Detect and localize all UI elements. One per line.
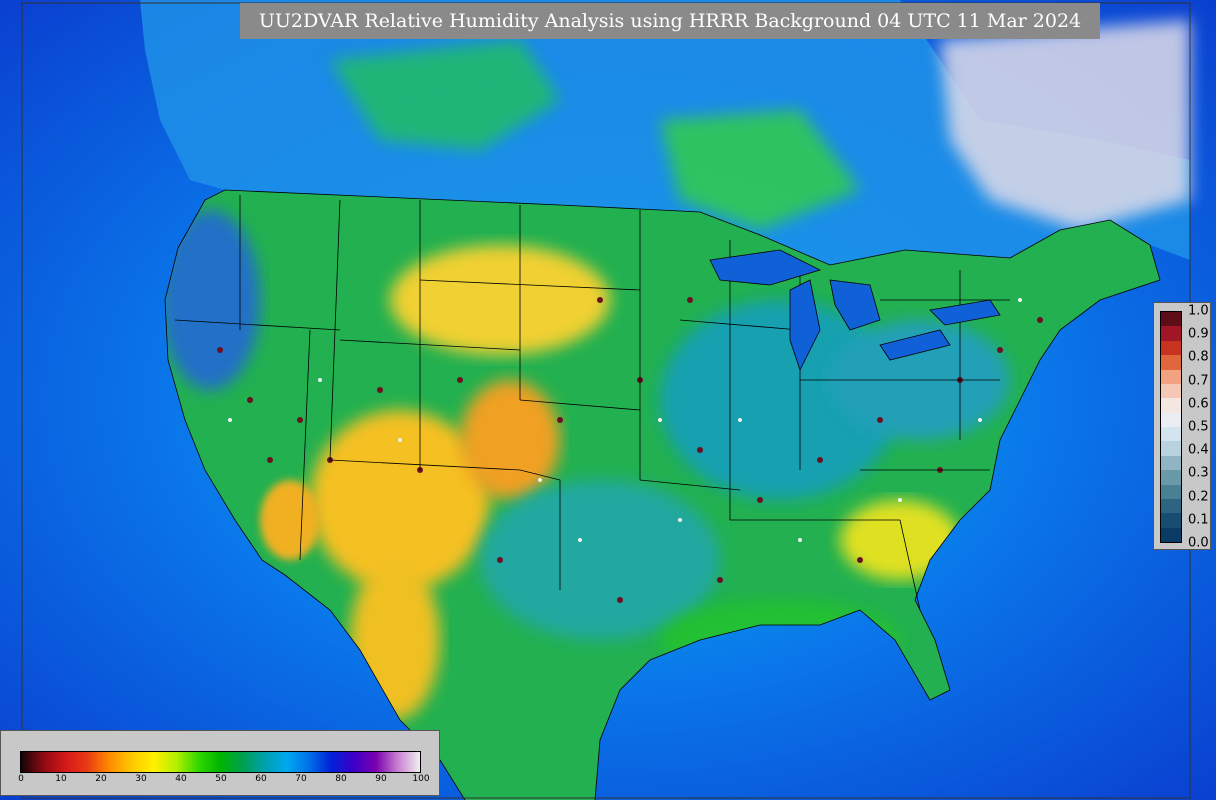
increment-color-cell <box>1161 340 1181 356</box>
humidity-tick-label: 80 <box>335 774 347 784</box>
increment-color-cell <box>1161 355 1181 370</box>
increment-color-cell <box>1161 412 1181 427</box>
increment-color-cell <box>1161 441 1181 456</box>
humidity-tick-label: 50 <box>215 774 227 784</box>
increment-colorbar: 1.0 0.9 0.8 0.7 0.6 0.5 0.4 0.3 0.2 0.1 0.0 <box>1153 302 1211 551</box>
humidity-colorbar: 0 10 20 30 40 50 60 70 80 90 100 <box>0 730 440 796</box>
humidity-tick-label: 70 <box>295 774 307 784</box>
increment-color-cell <box>1161 527 1181 542</box>
increment-color-cell <box>1161 470 1181 485</box>
humidity-tick-label: 100 <box>412 774 430 784</box>
humidity-map <box>0 0 1216 800</box>
increment-tick-label: 0.6 <box>1188 396 1209 412</box>
increment-tick-label: 0.8 <box>1188 349 1209 365</box>
humidity-tick-label: 0 <box>18 774 24 784</box>
increment-tick-label: 1.0 <box>1188 303 1209 319</box>
increment-tick-label: 0.3 <box>1188 465 1209 481</box>
increment-color-cell <box>1161 484 1181 499</box>
humidity-tick-label: 90 <box>375 774 387 784</box>
increment-color-cell <box>1161 383 1181 399</box>
map-figure: UU2DVAR Relative Humidity Analysis using… <box>0 0 1216 800</box>
increment-color-cell <box>1161 455 1181 471</box>
increment-colorbar-gradient <box>1160 311 1182 543</box>
map-title: UU2DVAR Relative Humidity Analysis using… <box>240 3 1100 39</box>
plains-dry-zone <box>390 245 610 355</box>
increment-color-cell <box>1161 312 1181 327</box>
humidity-tick-label: 10 <box>55 774 67 784</box>
colorado-dry-zone <box>460 380 560 500</box>
humidity-tick-label: 30 <box>135 774 147 784</box>
california-dry-zone <box>260 480 320 560</box>
increment-tick-label: 0.4 <box>1188 442 1209 458</box>
increment-tick-label: 0.7 <box>1188 373 1209 389</box>
increment-color-cell <box>1161 427 1181 442</box>
increment-color-cell <box>1161 326 1181 341</box>
humidity-tick-label: 20 <box>95 774 107 784</box>
increment-color-cell <box>1161 513 1181 528</box>
humidity-tick-label: 60 <box>255 774 267 784</box>
increment-color-cell <box>1161 369 1181 384</box>
increment-tick-label: 0.2 <box>1188 489 1209 505</box>
humidity-tick-label: 40 <box>175 774 187 784</box>
increment-tick-label: 0.9 <box>1188 326 1209 342</box>
humidity-colorbar-gradient <box>20 751 421 773</box>
increment-color-cell <box>1161 398 1181 413</box>
increment-tick-label: 0.1 <box>1188 512 1209 528</box>
increment-tick-label: 0.5 <box>1188 419 1209 435</box>
increment-color-cell <box>1161 498 1181 514</box>
increment-tick-label: 0.0 <box>1188 535 1209 551</box>
